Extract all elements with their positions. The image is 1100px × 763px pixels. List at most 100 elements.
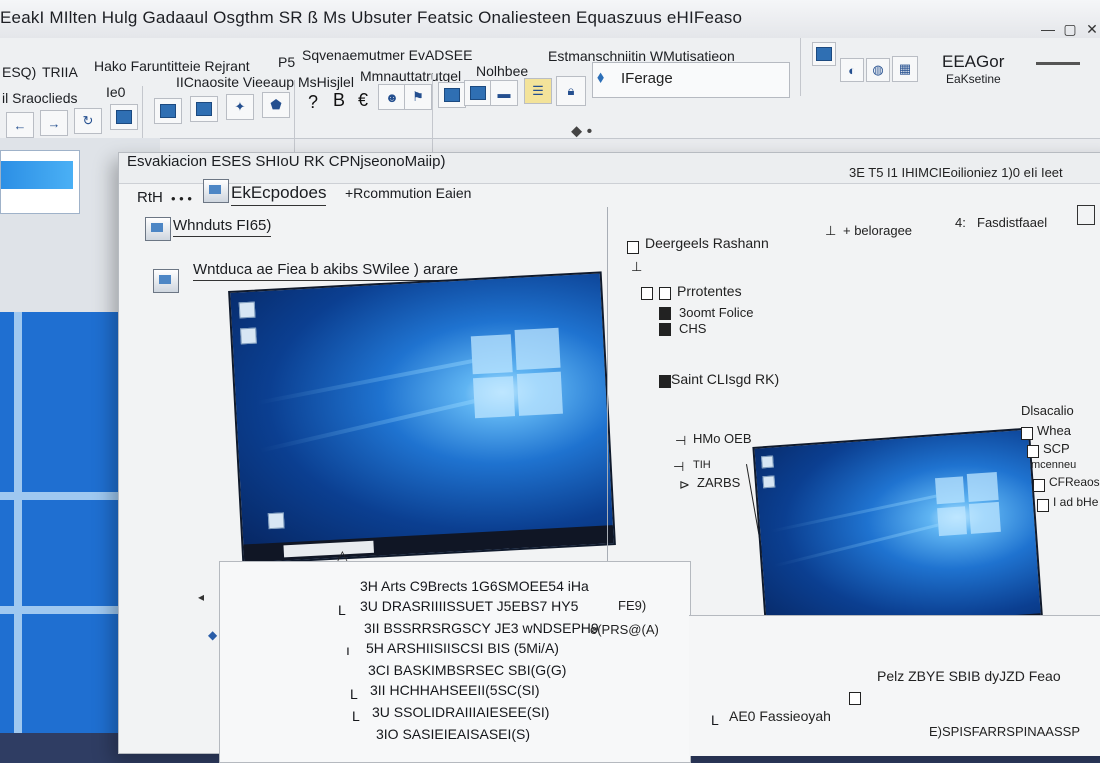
note-icon-button[interactable]: ☰ (524, 78, 552, 104)
folder-icon-button[interactable] (110, 104, 138, 130)
palette-icon-button[interactable]: ◐ (840, 58, 864, 82)
desktop-icon (240, 327, 257, 345)
right-header: 3E T5 I1 IHIMCIEoilioniez 1)0 eIi Ieet (849, 165, 1063, 180)
ribbon-search-field[interactable]: ⬧ IFerage (592, 62, 790, 98)
ribbon-separator (800, 38, 801, 96)
help-icon-button[interactable]: ? (300, 90, 326, 114)
globe-icon-button[interactable]: ◍ (866, 58, 890, 82)
chart-icon-button[interactable] (464, 80, 492, 106)
dim-marker-1: ⊣ (675, 433, 687, 448)
properties-checkbox-a[interactable] (641, 287, 653, 300)
scope-label-1: 3oomt Folice (679, 305, 754, 320)
designs-label: Deergeels Rashann (645, 235, 769, 251)
back-arrow-button[interactable]: ← (6, 112, 34, 138)
tool-marker-1: ⊥ (825, 223, 837, 238)
saint-checkbox[interactable] (659, 375, 671, 388)
path-link[interactable]: EkEcpodoes (231, 183, 327, 206)
ribbon-group-label-1: il Sraoclieds (2, 90, 78, 106)
maximize-icon[interactable]: ▢ (1062, 22, 1078, 36)
desktop-preview-small[interactable] (752, 427, 1044, 647)
tool-label-1[interactable]: + beloragee (843, 223, 912, 238)
ribbon-slider[interactable] (1036, 62, 1080, 65)
refresh-button[interactable]: ↻ (74, 108, 102, 134)
saint-label: Saint CLIsgd RK) (671, 371, 780, 387)
list-item[interactable]: 3U DRASRIIIISSUET J5EBS7 HY5 (360, 598, 578, 614)
side-checkbox-3[interactable] (1027, 445, 1039, 458)
ribbon-toolbar: ESQ) TRIIA Hako Faruntitteie Rejrant P5 … (0, 38, 1100, 166)
dim-label-1: HMo OEB (693, 431, 752, 446)
expand-arrow-icon[interactable]: ◂ (198, 590, 204, 604)
grid-icon-button[interactable]: ▦ (892, 56, 918, 82)
list-item[interactable]: 3CI BASKIMBSRSEC SBI(G(G) (368, 662, 566, 678)
scope-checkbox-1[interactable] (659, 307, 671, 320)
close-icon[interactable]: ✕ (1084, 22, 1100, 36)
scroll-thumb-icon[interactable]: ◆ (208, 628, 217, 642)
dim-label-2: TIH (693, 459, 711, 471)
window-title: EeakI MIlten Hulg Gadaaul Osgthm SR ß Ms… (0, 8, 743, 27)
forward-arrow-button[interactable]: → (40, 110, 68, 136)
properties-checkbox-b[interactable] (659, 287, 671, 300)
page-icon[interactable] (1077, 205, 1095, 225)
title-bar: EeakI MIlten Hulg Gadaaul Osgthm SR ß Ms… (0, 0, 1100, 39)
desktop-preview-large[interactable] (228, 271, 616, 565)
monitor-icon (145, 217, 171, 241)
list-item[interactable]: 3H Arts C9Brects 1G6SMOEE54 iHa (360, 578, 589, 594)
list-view-button[interactable] (190, 96, 218, 122)
list-item[interactable]: 3II BSSRRSRGSCY JE3 wNDSEPH9 (364, 620, 599, 636)
item-windows-link[interactable]: Whnduts FI65) (173, 217, 272, 237)
path-suffix: +Rcommution Eaien (345, 185, 472, 201)
ribbon-group-label-5: Nolhbee (476, 63, 529, 79)
list-side-label-2: e(PRS@(A) (590, 622, 659, 637)
tool-label-2[interactable]: Fasdistfaael (977, 215, 1047, 230)
dim-label-3: ZARBS (697, 475, 741, 490)
scope-checkbox-2[interactable] (659, 323, 671, 336)
side-option-5: CFReaos (1049, 475, 1100, 489)
ribbon-group-title: EEAGor (942, 52, 1005, 71)
image-icon-button[interactable]: ✦ (226, 94, 254, 120)
bottom-right-text: Pelz ZBYE SBIB dyJZD Feao (877, 668, 1061, 684)
list-item[interactable]: 3II HCHHAHSEEII(5SC(SI) (370, 682, 540, 698)
side-option-1[interactable]: Dlsacalio (1021, 403, 1074, 418)
bold-icon-button[interactable]: B (326, 88, 352, 112)
bottom-checkbox[interactable] (849, 692, 861, 705)
nav-selected-item[interactable] (0, 150, 80, 214)
dialog-title: Esvakiacion ESES SHIoU RK CPNjseonoMaiip… (127, 153, 446, 170)
desktop-icon (762, 475, 776, 489)
side-checkbox-6[interactable] (1037, 499, 1049, 512)
bottom-right-text-2: AE0 Fassieoyah (729, 708, 831, 724)
paint-icon-button[interactable] (812, 42, 836, 66)
dim-marker-3: ⊳ (679, 477, 690, 492)
tool-marker-2: 4: (955, 215, 966, 230)
side-option-3: SCP (1043, 441, 1070, 456)
ribbon-tab-1[interactable]: ESQ) (2, 64, 36, 80)
shield-icon-button[interactable]: ⬟ (262, 92, 290, 118)
euro-icon-button[interactable]: € (350, 88, 376, 112)
table-icon-button[interactable] (438, 82, 466, 108)
folder-icon (203, 179, 229, 203)
ribbon-tab-2[interactable]: TRIIA (42, 64, 78, 80)
location-icon: ⬧ (597, 69, 605, 86)
ribbon-tab-3[interactable]: Hako Faruntitteie Rejrant (94, 58, 250, 74)
list-item[interactable]: 5H ARSHIISIISCSI BIS (5Mi/A) (366, 640, 559, 656)
lock-icon-button[interactable]: 🔒︎ (556, 76, 586, 106)
desktop-icon (267, 512, 285, 530)
list-item[interactable]: 3IO SASIEIEAISASEI(S) (376, 726, 530, 742)
grid-view-button[interactable] (154, 98, 182, 124)
ribbon-search-label: IFerage (621, 70, 673, 87)
dim-marker-2: ⊣ (673, 459, 685, 474)
minimize-icon[interactable]: — (1040, 22, 1056, 36)
ribbon-tab-5[interactable]: Sqvenaemutmer EvADSEE (302, 47, 472, 63)
flag-icon-button[interactable]: ⚑ (404, 84, 432, 110)
ribbon-separator (432, 74, 433, 154)
tree-connector: ⊥ (631, 259, 643, 274)
dark-box-icon-button[interactable]: ▬ (490, 80, 518, 106)
ribbon-group-subtitle: EaKsetine (946, 72, 1001, 86)
item-wallpaper-link[interactable]: Wntduca ae Fiea b akibs SWilee ) arare (193, 261, 459, 281)
people-icon-button[interactable]: ☻ (378, 84, 406, 110)
desktop-icon (761, 455, 774, 469)
designs-checkbox[interactable] (627, 241, 639, 254)
side-checkbox-2[interactable] (1021, 427, 1033, 440)
list-item[interactable]: 3U SSOLIDRAIIIAIESEE(SI) (372, 704, 549, 720)
side-checkbox-5[interactable] (1033, 479, 1045, 492)
ribbon-tab-4[interactable]: P5 (278, 54, 295, 70)
